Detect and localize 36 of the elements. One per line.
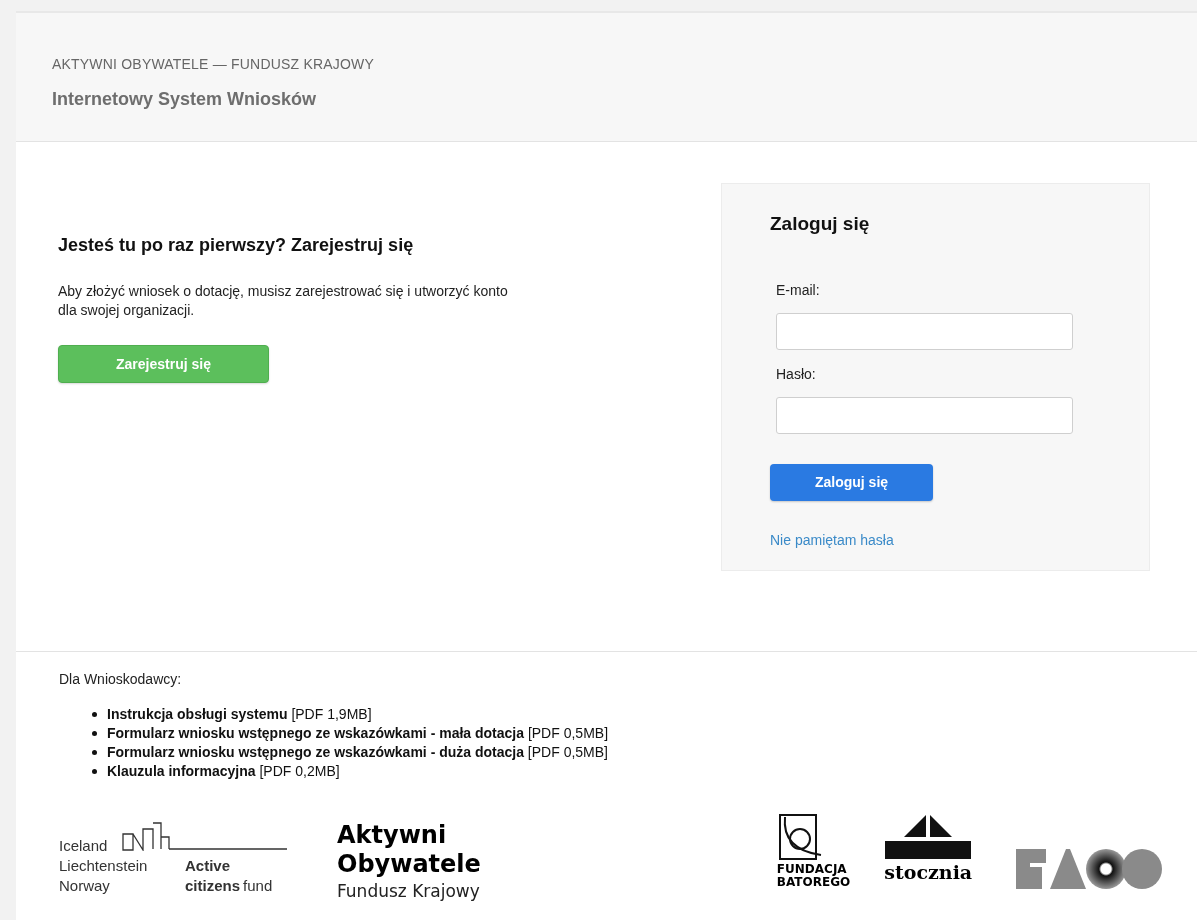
bullet-icon [92,750,97,755]
logo-text: FUNDACJA [776,863,847,876]
login-heading: Zaloguj się [770,212,870,236]
circle-emblem-icon [776,813,823,863]
country-name: Liechtenstein [59,856,148,876]
logo-text: Active [185,856,232,876]
logo-text: Aktywni [337,821,448,850]
forgot-password-link[interactable]: Nie pamiętam hasła [770,529,894,551]
bullet-icon [92,769,97,774]
buildings-icon [121,821,287,851]
country-name: Norway [59,876,111,896]
register-heading: Jesteś tu po raz pierwszy? Zarejestruj się [58,234,414,257]
header-title: Internetowy System Wniosków [52,88,318,111]
logo-text: Fundusz Krajowy [337,880,481,903]
logo-text: citizens [185,876,241,896]
sailboat-icon [884,813,973,859]
shapes-logo-icon [1016,849,1163,889]
document-link[interactable]: Formularz wniosku wstępnego ze wskazówkami - duża dotacja [PDF 0,5MB] [107,743,608,762]
bullet-icon [92,712,97,717]
input-field[interactable] [776,312,1073,350]
login-button[interactable]: Zaloguj się [770,463,933,501]
footer-heading: Dla Wnioskodawcy: [59,670,183,689]
field-label: E-mail: [776,280,821,300]
bullet-icon [92,731,97,736]
logo-text: BATOREGO [776,876,851,889]
document-link[interactable]: Instrukcja obsługi systemu [PDF 1,9MB] [107,705,372,724]
register-description: Aby złożyć wniosek o dotację, musisz zarejestrować się i utworzyć konto dla swojej organizacji. [58,282,509,320]
logo-text: fund [243,876,273,896]
logo-text: stocznia [884,860,973,885]
input-field[interactable] [776,396,1073,434]
field-label: Hasło: [776,364,817,384]
document-link[interactable]: Formularz wniosku wstępnego ze wskazówkami - mała dotacja [PDF 0,5MB] [107,724,609,743]
country-name: Iceland [59,836,109,856]
document-link[interactable]: Klauzula informacyjna [PDF 0,2MB] [107,762,340,781]
header-overline: AKTYWNI OBYWATELE — FUNDUSZ KRAJOWY [52,55,376,74]
logo-text: Obywatele [337,850,481,879]
